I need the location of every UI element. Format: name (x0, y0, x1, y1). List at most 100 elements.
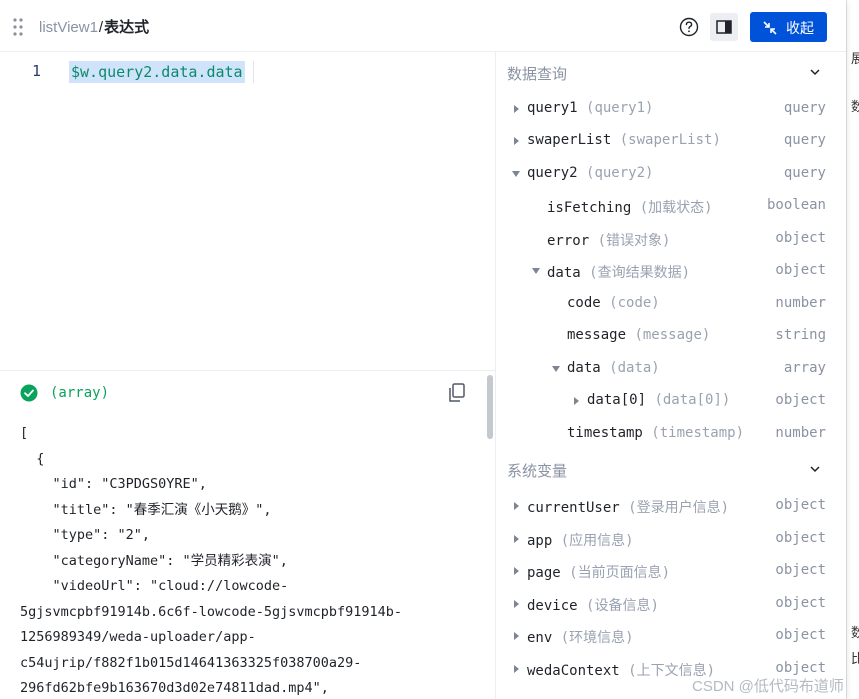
variable-description: (设备信息) (586, 597, 659, 614)
caret-down-icon[interactable] (532, 266, 540, 276)
tree-row[interactable]: env (环境信息) object (497, 620, 846, 652)
tree-row[interactable]: code (code) number (497, 288, 846, 320)
variable-type: boolean (766, 197, 826, 213)
collapse-arrows-icon (763, 21, 777, 35)
caret-right-icon[interactable] (512, 631, 520, 641)
breadcrumb-parent[interactable]: listView1 (39, 19, 98, 36)
line-number: 1 (32, 62, 42, 80)
result-preview: (array) [ { "id": "C3PDGS0YRE", "title":… (0, 370, 496, 699)
variable-key: currentUser (527, 500, 620, 516)
variable-type: string (775, 327, 826, 343)
background-fragment: 数 (851, 99, 859, 114)
variable-type: object (775, 627, 826, 643)
caret-down-icon[interactable] (552, 364, 560, 374)
tree-row[interactable]: query2 (query2) query (497, 158, 846, 190)
side-panel-icon (716, 20, 732, 34)
tree-row[interactable]: isFetching (加载状态) boolean (497, 190, 846, 222)
collapse-button[interactable]: 收起 (750, 12, 827, 42)
tree-row[interactable]: swaperList (swaperList) query (497, 125, 846, 157)
caret-right-icon[interactable] (512, 136, 520, 146)
variable-name: error (错误对象) (547, 230, 670, 250)
variable-key: app (527, 532, 553, 549)
variable-type: query (783, 132, 826, 148)
variable-key: data (547, 265, 581, 281)
toggle-side-panel-button[interactable] (710, 13, 738, 41)
variable-name: data[0] (data[0]) (587, 392, 730, 408)
chevron-down-icon (810, 69, 820, 76)
variable-type: object (775, 659, 826, 676)
result-json: [ { "id": "C3PDGS0YRE", "title": "春季汇演《小… (20, 425, 403, 696)
variable-description: (当前页面信息) (569, 565, 671, 581)
tree-row[interactable]: app (应用信息) object (497, 523, 846, 555)
variable-description: (data) (609, 359, 660, 376)
tree-row[interactable]: data (data) array (497, 353, 846, 385)
background-fragment: 比 (851, 651, 859, 666)
variable-tree: 数据查询 query1 (query1) query swaperList (swa… (497, 52, 846, 699)
tree-row[interactable]: page (当前页面信息) object (497, 555, 846, 587)
variable-name: timestamp (timestamp) (567, 425, 744, 441)
variable-name: env (环境信息) (527, 627, 634, 647)
caret-right-icon[interactable] (512, 599, 520, 609)
variable-description: (code) (609, 294, 660, 311)
variable-type: number (775, 294, 826, 311)
variable-description: (查询结果数据) (589, 265, 691, 281)
section-title: 数据查询 (507, 66, 568, 83)
caret-down-icon[interactable] (512, 169, 520, 179)
variable-name: app (应用信息) (527, 530, 634, 550)
variable-key: data (567, 359, 601, 376)
variable-type: number (775, 424, 826, 441)
variable-type: array (783, 359, 826, 376)
variable-description: (timestamp) (651, 424, 745, 441)
variable-key: message (567, 327, 627, 343)
variable-key: code (567, 294, 601, 311)
variable-name: isFetching (加载状态) (547, 197, 713, 217)
background-fragment: 展 (851, 51, 859, 66)
copy-icon[interactable] (448, 383, 466, 403)
section-system-variables[interactable]: 系统变量 (497, 453, 846, 485)
caret-right-icon[interactable] (512, 566, 520, 576)
breadcrumb-current: 表达式 (104, 19, 150, 36)
caret-right-icon[interactable] (512, 534, 520, 544)
background-fragment: 数 (851, 625, 859, 640)
result-scrollbar[interactable] (487, 375, 493, 439)
variable-description: (message) (634, 327, 711, 343)
variable-key: timestamp (567, 424, 643, 441)
variable-description: (错误对象) (597, 232, 671, 249)
variable-description: (query1) (586, 99, 654, 116)
variable-name: data (data) (567, 360, 660, 376)
tree-row[interactable]: data[0] (data[0]) object (497, 385, 846, 417)
caret-right-icon[interactable] (512, 501, 520, 511)
caret-right-icon[interactable] (572, 396, 580, 406)
variable-name: code (code) (567, 295, 660, 311)
tree-row[interactable]: currentUser (登录用户信息) object (497, 490, 846, 522)
tree-row[interactable]: device (设备信息) object (497, 588, 846, 620)
variable-key: wedaContext (527, 662, 620, 679)
expression-editor-panel: listView1/表达式 收起 1 $w.query2.data.data (… (0, 0, 846, 699)
chevron-down-icon (810, 466, 820, 473)
variable-name: device (设备信息) (527, 595, 659, 615)
tree-row[interactable]: timestamp (timestamp) number (497, 418, 846, 450)
variable-type: object (775, 594, 826, 611)
tree-row[interactable]: message (message) string (497, 320, 846, 352)
drag-handle-icon[interactable] (12, 17, 24, 37)
caret-right-icon[interactable] (512, 664, 520, 674)
expression-code[interactable]: $w.query2.data.data (69, 61, 254, 83)
breadcrumb: listView1/表达式 (39, 16, 149, 37)
variable-type: query (783, 99, 826, 116)
panel-header: listView1/表达式 收起 (0, 0, 846, 52)
section-data-query[interactable]: 数据查询 (497, 56, 846, 88)
variable-name: query1 (query1) (527, 100, 653, 116)
help-icon[interactable] (678, 16, 700, 38)
tree-row[interactable]: error (错误对象) object (497, 223, 846, 255)
collapse-button-label: 收起 (786, 20, 814, 36)
variable-type: object (775, 562, 826, 578)
variable-description: (加载状态) (639, 200, 713, 216)
caret-right-icon[interactable] (512, 104, 520, 114)
variable-key: device (527, 597, 578, 614)
tree-row[interactable]: data (查询结果数据) object (497, 255, 846, 287)
variable-key: query2 (527, 164, 578, 181)
variable-key: env (527, 630, 553, 646)
variable-name: swaperList (swaperList) (527, 132, 721, 148)
tree-row[interactable]: query1 (query1) query (497, 93, 846, 125)
code-editor[interactable]: 1 $w.query2.data.data (0, 52, 496, 370)
